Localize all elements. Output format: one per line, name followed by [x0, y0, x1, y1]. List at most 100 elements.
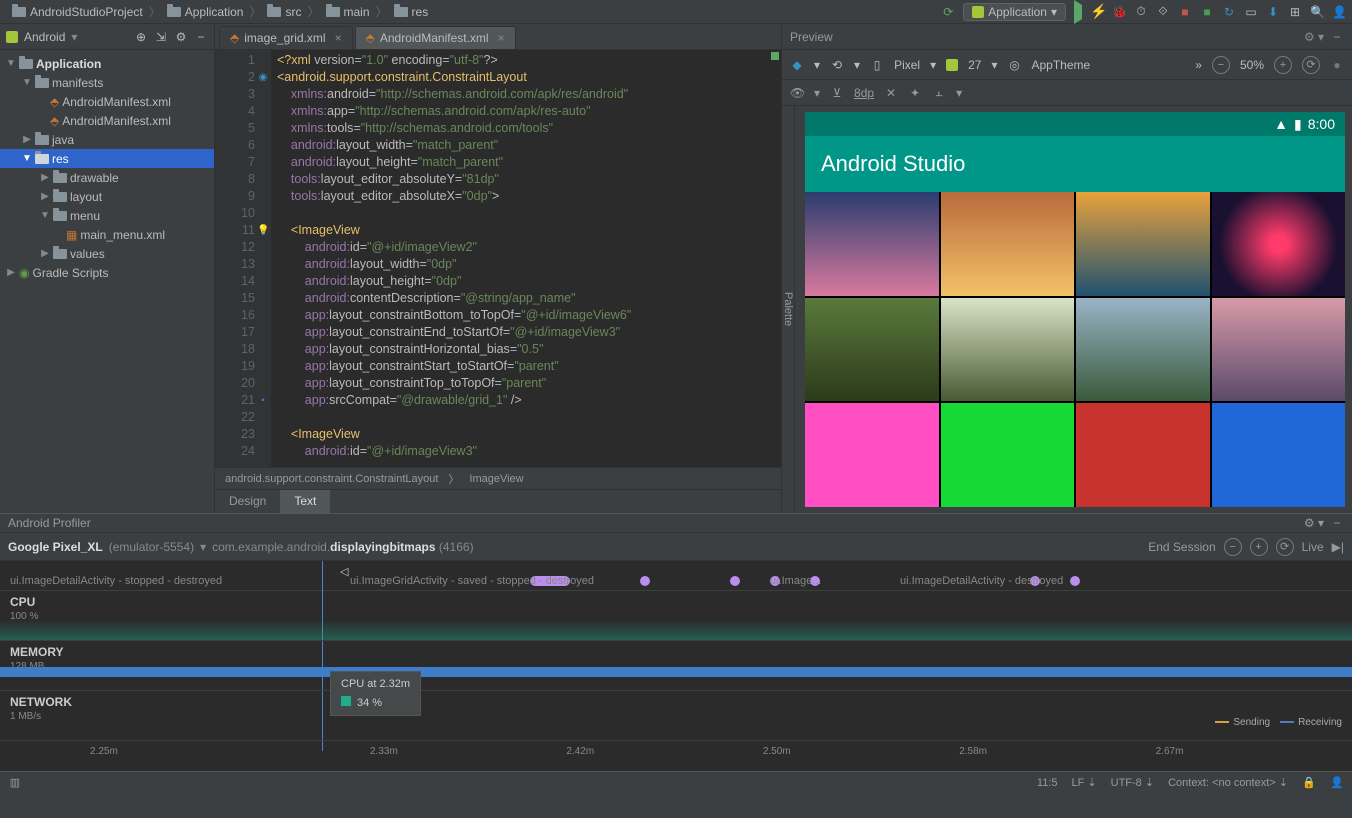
chevron-down-icon[interactable]: ▾: [200, 540, 206, 554]
gear-icon[interactable]: ⚙ ▾: [1304, 30, 1324, 44]
editor-tab[interactable]: ⬘image_grid.xml×: [219, 26, 353, 49]
zoom-fit-button[interactable]: ⟳: [1302, 56, 1320, 74]
structure-icon[interactable]: ⊞: [1288, 5, 1302, 19]
eye-icon[interactable]: 👁: [790, 86, 804, 100]
warnings-icon[interactable]: ●: [1330, 58, 1344, 72]
device-icon[interactable]: ▯: [870, 58, 884, 72]
gear-icon[interactable]: ⚙ ▾: [1304, 516, 1324, 530]
dp-value[interactable]: 8dp: [854, 86, 874, 100]
go-live-icon[interactable]: ▶|: [1332, 540, 1344, 554]
breadcrumb[interactable]: AndroidStudioProject 〉 Application 〉 src…: [6, 3, 434, 20]
align-icon[interactable]: ⫠: [932, 85, 946, 100]
inspector-icon[interactable]: 👤: [1330, 776, 1344, 789]
infer-constraints-icon[interactable]: ✦: [908, 86, 922, 100]
tree-node-java[interactable]: ▶java: [0, 130, 214, 149]
theme-icon[interactable]: ◎: [1008, 58, 1022, 72]
network-row[interactable]: NETWORK 1 MB/s: [0, 691, 310, 741]
run-button[interactable]: [1074, 5, 1082, 19]
statusbar-time: 8:00: [1308, 116, 1335, 132]
breadcrumb-node[interactable]: android.support.constraint.ConstraintLay…: [225, 473, 438, 485]
design-surface[interactable]: ▲ ▮ 8:00 Android Studio: [795, 106, 1352, 513]
tree-node-gradle[interactable]: ▶◉Gradle Scripts: [0, 263, 214, 282]
process-name[interactable]: com.example.android.displayingbitmaps (4…: [212, 540, 473, 554]
line-separator[interactable]: LF ⇣: [1072, 776, 1097, 789]
cpu-row[interactable]: CPU 100 %: [0, 591, 310, 641]
clear-constraints-icon[interactable]: ✕: [884, 86, 898, 100]
zoom-in-button[interactable]: +: [1274, 56, 1292, 74]
tree-node-application[interactable]: ▼Application: [0, 54, 214, 73]
breadcrumb-item[interactable]: res: [412, 5, 429, 19]
zoom-out-button[interactable]: −: [1224, 538, 1242, 556]
live-button[interactable]: Live: [1302, 540, 1324, 554]
zoom-out-button[interactable]: −: [1212, 56, 1230, 74]
cursor-position[interactable]: 11:5: [1037, 777, 1058, 789]
close-icon[interactable]: ×: [335, 31, 342, 45]
breadcrumb-item[interactable]: src: [285, 5, 301, 19]
tree-node-layout[interactable]: ▶layout: [0, 187, 214, 206]
stop-icon[interactable]: ■: [1200, 5, 1214, 19]
editor-tab-active[interactable]: ⬘AndroidManifest.xml×: [355, 26, 516, 49]
tree-node-file[interactable]: ▦main_menu.xml: [0, 225, 214, 244]
breadcrumb-item[interactable]: AndroidStudioProject: [30, 5, 143, 19]
run-config-selector[interactable]: Application ▾: [963, 3, 1066, 21]
tree-node-manifests[interactable]: ▼manifests: [0, 73, 214, 92]
attach-debugger-icon[interactable]: ⟐: [1156, 4, 1170, 19]
design-tab[interactable]: Design: [215, 490, 280, 513]
zoom-reset-button[interactable]: ⟳: [1276, 538, 1294, 556]
hide-icon[interactable]: −: [1330, 516, 1344, 530]
preview-toolbar-secondary: 👁▾ ⊻ 8dp ✕ ✦ ⫠▾: [782, 80, 1352, 106]
orientation-icon[interactable]: ⟲: [830, 58, 844, 72]
zoom-in-button[interactable]: +: [1250, 538, 1268, 556]
device-name[interactable]: Google Pixel_XL: [8, 540, 103, 554]
magnet-icon[interactable]: ⊻: [830, 86, 844, 100]
profile-icon[interactable]: ⏱: [1134, 4, 1148, 19]
breadcrumb-node[interactable]: ImageView: [469, 473, 523, 485]
device-selector[interactable]: Pixel: [894, 58, 920, 72]
sdk-manager-icon[interactable]: ⬇: [1266, 5, 1280, 19]
palette-tab[interactable]: Palette: [782, 106, 795, 513]
more-icon[interactable]: »: [1195, 58, 1202, 72]
user-avatar-icon[interactable]: 👤: [1332, 5, 1346, 19]
end-session-button[interactable]: End Session: [1148, 540, 1215, 554]
sync-icon[interactable]: ⟳: [941, 5, 955, 19]
text-tab[interactable]: Text: [280, 490, 330, 513]
gear-icon[interactable]: ⚙: [174, 30, 188, 44]
project-view-selector[interactable]: Android: [24, 30, 65, 44]
close-icon[interactable]: ×: [498, 31, 505, 45]
tree-node-manifest-file[interactable]: ⬘AndroidManifest.xml: [0, 111, 214, 130]
avd-manager-icon[interactable]: ▭: [1244, 5, 1258, 19]
back-icon[interactable]: ◁: [340, 565, 348, 578]
tree-node-drawable[interactable]: ▶drawable: [0, 168, 214, 187]
context-selector[interactable]: Context: <no context> ⇣: [1168, 776, 1288, 789]
gutter[interactable]: 123456789101112131415161718192021222324◉…: [215, 50, 271, 467]
lock-icon[interactable]: 🔒: [1302, 776, 1316, 789]
api-selector[interactable]: 27: [968, 58, 981, 72]
sync-gradle-icon[interactable]: ↻: [1222, 5, 1236, 19]
chevron-right-icon: 〉: [149, 3, 161, 20]
design-surface-icon[interactable]: ◆: [790, 58, 804, 72]
hide-icon[interactable]: −: [194, 30, 208, 44]
breadcrumb-item[interactable]: main: [344, 5, 370, 19]
tree-node-res[interactable]: ▼res: [0, 149, 214, 168]
tree-node-values[interactable]: ▶values: [0, 244, 214, 263]
editor-breadcrumb[interactable]: android.support.constraint.ConstraintLay…: [215, 467, 781, 489]
apply-changes-icon[interactable]: ⚡: [1090, 3, 1104, 20]
target-icon[interactable]: ⊕: [134, 30, 148, 44]
tree-node-menu[interactable]: ▼menu: [0, 206, 214, 225]
inspection-indicator-icon[interactable]: [771, 52, 779, 60]
tool-window-icon[interactable]: ▥: [8, 776, 22, 789]
theme-selector[interactable]: AppTheme: [1032, 58, 1091, 72]
tree-node-manifest-file[interactable]: ⬘AndroidManifest.xml: [0, 92, 214, 111]
code-editor[interactable]: 123456789101112131415161718192021222324◉…: [215, 50, 781, 467]
debug-icon[interactable]: 🐞: [1112, 5, 1126, 19]
hide-icon[interactable]: −: [1330, 30, 1344, 44]
breadcrumb-item[interactable]: Application: [185, 5, 244, 19]
profiler-chart[interactable]: ui.ImageDetailActivity - stopped - destr…: [0, 561, 1352, 771]
memory-row[interactable]: MEMORY 128 MB: [0, 641, 310, 691]
code-content[interactable]: <?xml version="1.0" encoding="utf-8"?><a…: [271, 50, 781, 467]
project-tree[interactable]: ▼Application ▼manifests ⬘AndroidManifest…: [0, 50, 214, 513]
collapse-icon[interactable]: ⇲: [154, 30, 168, 44]
file-encoding[interactable]: UTF-8 ⇣: [1111, 776, 1154, 789]
stop-icon[interactable]: ■: [1178, 5, 1192, 19]
search-icon[interactable]: 🔍: [1310, 5, 1324, 19]
